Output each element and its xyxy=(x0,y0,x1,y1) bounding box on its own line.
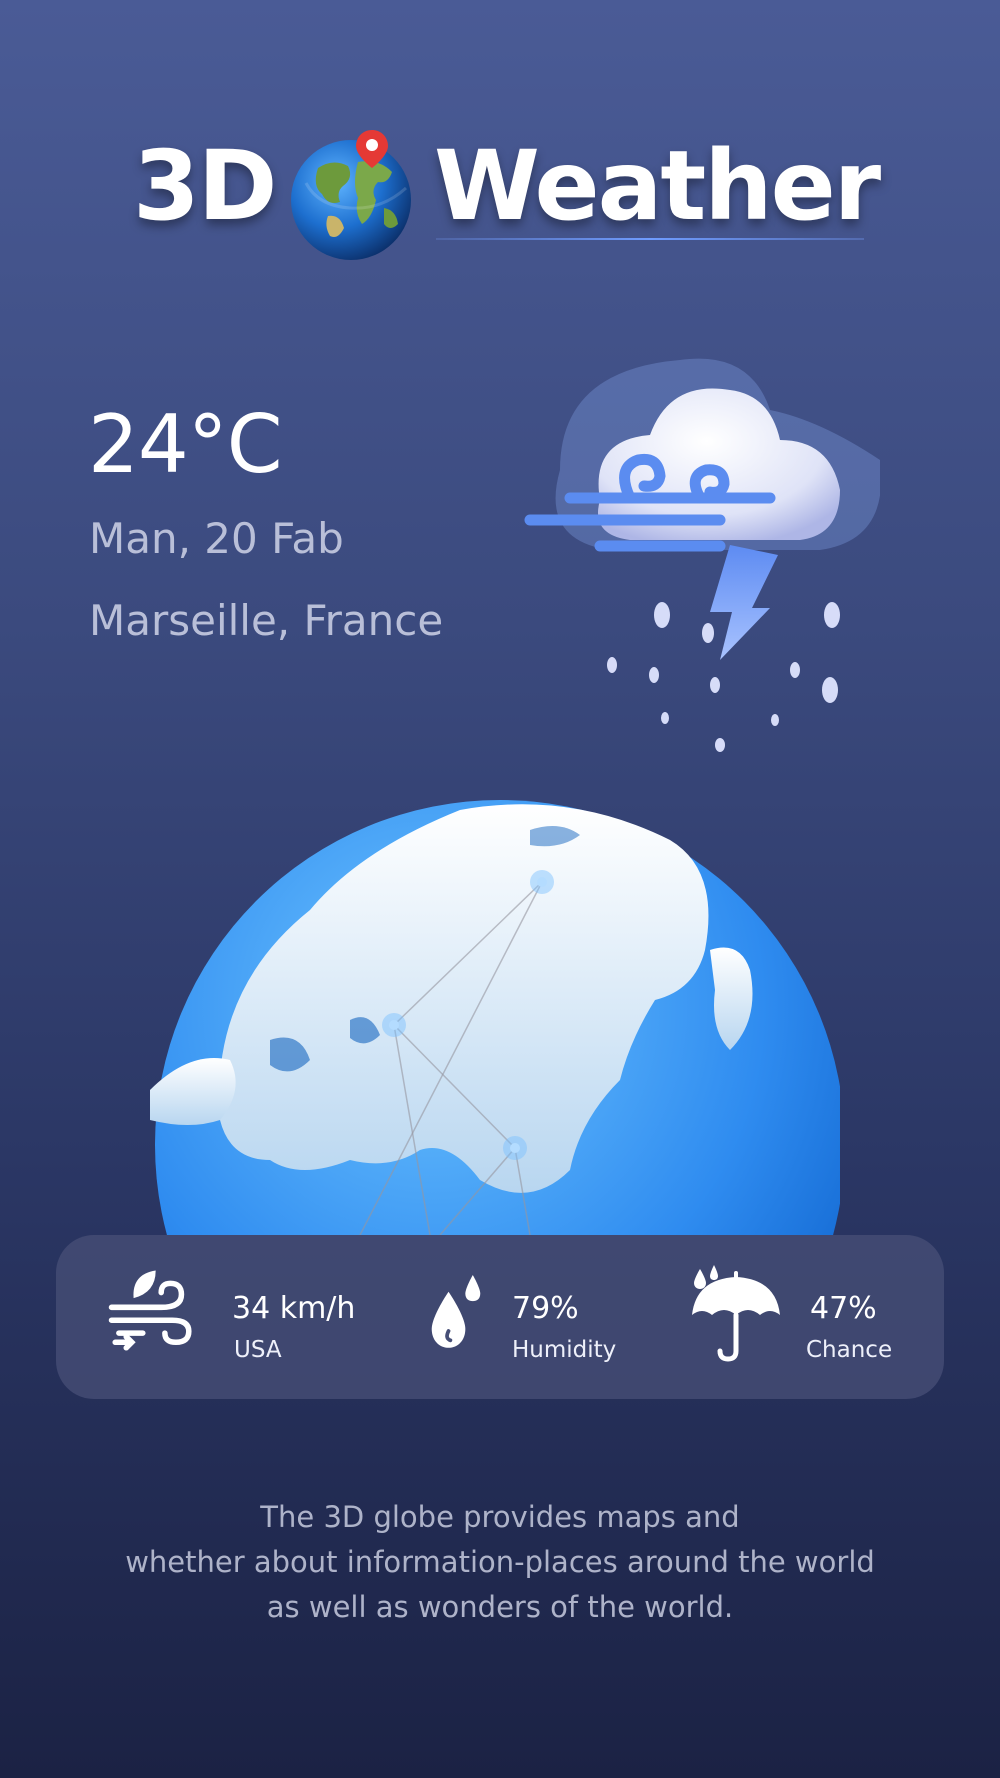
rain-chance-value: 47% xyxy=(810,1291,877,1326)
title-underline xyxy=(436,238,864,240)
umbrella-rain-icon xyxy=(692,1265,780,1362)
humidity-value: 79% xyxy=(512,1291,579,1326)
stat-humidity: 79% Humidity xyxy=(416,1235,656,1399)
wind-region-label: USA xyxy=(234,1337,282,1363)
weather-stats-card: 34 km/h USA 79% Humidity 47% Chance xyxy=(56,1235,944,1399)
humidity-label: Humidity xyxy=(512,1337,617,1363)
app-title-3d: 3D xyxy=(133,130,277,242)
app-header: 3D Weather xyxy=(0,118,1000,268)
description-line-2: whether about information-places around … xyxy=(125,1545,875,1579)
app-title-weather: Weather xyxy=(434,130,881,242)
wind-leaf-icon xyxy=(108,1270,192,1351)
current-location: Marseille, France xyxy=(89,596,444,645)
rain-chance-label: Chance xyxy=(806,1337,893,1363)
stat-rain-chance: 47% Chance xyxy=(686,1235,926,1399)
storm-cloud-wind-rain-icon xyxy=(524,358,880,752)
description-line-1: The 3D globe provides maps and xyxy=(260,1500,740,1534)
stat-wind: 34 km/h USA xyxy=(96,1235,356,1399)
app-description: The 3D globe provides maps and whether a… xyxy=(60,1495,940,1630)
earth-globe-pin-icon xyxy=(291,130,411,260)
water-drops-icon xyxy=(431,1275,481,1348)
current-date: Man, 20 Fab xyxy=(89,514,344,563)
earth-globe-routes-icon xyxy=(150,800,840,1235)
wind-speed-value: 34 km/h xyxy=(232,1291,356,1326)
current-temperature: 24°C xyxy=(88,398,283,491)
description-line-3: as well as wonders of the world. xyxy=(266,1590,734,1624)
